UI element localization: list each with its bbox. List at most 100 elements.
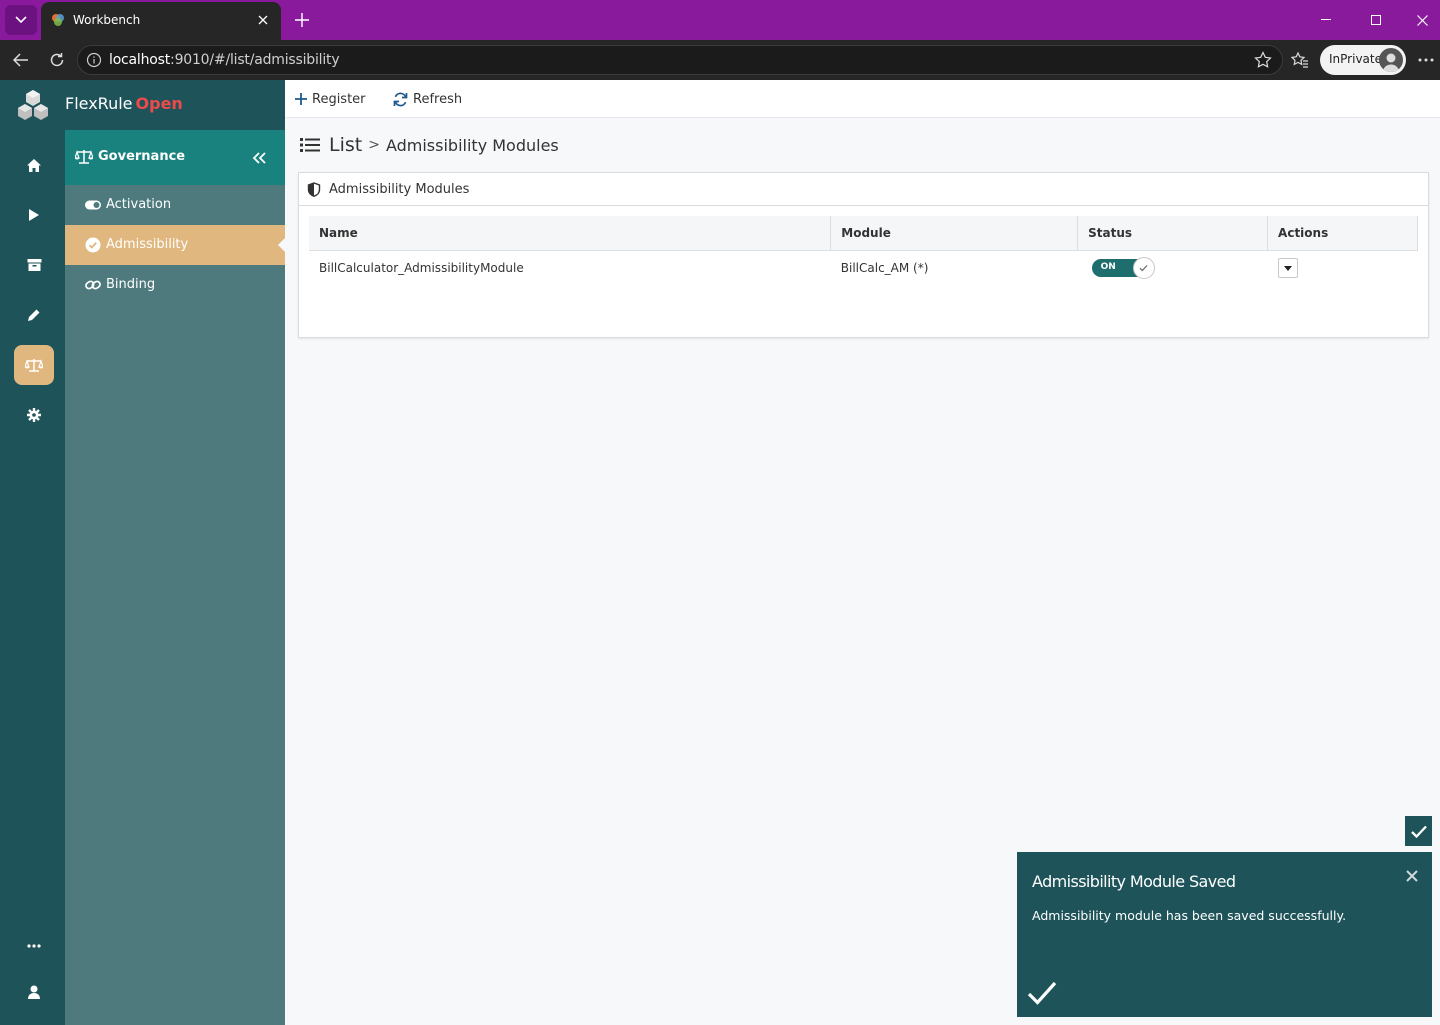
subnav-item-activation[interactable]: Activation [65, 185, 285, 225]
collapse-sidebar-button[interactable] [249, 148, 269, 168]
check-icon [1410, 825, 1427, 838]
subnav-header: Governance [65, 130, 285, 185]
toast-message: Admissibility module has been saved succ… [1032, 908, 1347, 923]
pencil-icon [28, 309, 40, 321]
new-tab-button[interactable] [288, 6, 316, 34]
subnav-item-label: Binding [106, 277, 156, 292]
play-icon [29, 209, 39, 221]
gear-icon [27, 408, 41, 422]
subnav-item-binding[interactable]: Binding [65, 265, 285, 305]
cell-name: BillCalculator_AdmissibilityModule [319, 261, 524, 276]
table-header-row: Name Module Status Actions [309, 216, 1418, 251]
breadcrumb-list[interactable]: List [329, 134, 362, 156]
rail-settings-button[interactable] [14, 395, 54, 435]
shield-icon [307, 182, 321, 197]
favorites-button[interactable] [1286, 46, 1314, 74]
back-button[interactable] [7, 46, 35, 74]
subnav-item-label: Activation [106, 197, 172, 212]
user-icon [28, 985, 40, 999]
rail-governance-button[interactable] [14, 345, 54, 385]
minimize-icon [1321, 19, 1331, 20]
brand-bar: FlexRule Open [0, 80, 285, 130]
column-header-name[interactable]: Name [309, 216, 832, 251]
more-icon [27, 944, 41, 948]
register-label: Register [312, 91, 366, 107]
breadcrumb-separator: > [368, 137, 380, 153]
modules-table: Name Module Status Actions BillCalculato… [309, 216, 1418, 286]
refresh-label: Refresh [413, 91, 463, 107]
subnav-item-label: Admissibility [106, 237, 189, 252]
table-row: BillCalculator_AdmissibilityModule BillC… [309, 250, 1418, 286]
subnav-item-admissibility[interactable]: Admissibility [65, 225, 285, 265]
link-icon [85, 280, 101, 290]
tab-close-icon[interactable] [253, 10, 273, 30]
check-circle-icon [85, 237, 101, 253]
rail-run-button[interactable] [14, 195, 54, 235]
breadcrumb: List > Admissibility Modules [300, 133, 559, 157]
toolbar: Register Refresh [285, 80, 1440, 118]
governance-subnav: Governance Activation Admissibility Bind… [65, 130, 285, 1025]
maximize-button[interactable] [1353, 0, 1399, 40]
check-icon [1139, 265, 1148, 272]
subnav-title: Governance [98, 149, 186, 164]
url-field[interactable]: localhost:9010/#/list/admissibility [77, 45, 1283, 75]
success-toast: Admissibility Module Saved Admissibility… [1017, 852, 1432, 1017]
flexrule-logo-icon [18, 90, 48, 120]
status-toggle[interactable]: ON [1091, 257, 1155, 280]
list-icon [300, 138, 320, 152]
cell-module: BillCalc_AM (*) [840, 261, 929, 276]
browser-titlebar: Workbench [0, 0, 1440, 40]
favorite-star-icon[interactable] [1254, 51, 1272, 69]
tab-title: Workbench [73, 13, 141, 27]
rail-user-button[interactable] [14, 972, 54, 1012]
reload-button[interactable] [43, 46, 71, 74]
tab-actions-button[interactable] [5, 5, 37, 35]
maximize-icon [1371, 15, 1381, 25]
plus-icon [295, 13, 309, 27]
close-icon [1416, 14, 1428, 26]
brand-name-text: FlexRule [65, 94, 133, 113]
rail-home-button[interactable] [14, 145, 54, 185]
balance-scale-icon [25, 358, 43, 372]
favicon-icon [52, 14, 64, 26]
status-toggle-label: ON [1100, 262, 1116, 273]
avatar [1379, 48, 1403, 72]
brand-suffix: Open [135, 94, 183, 113]
rail-more-button[interactable] [14, 926, 54, 966]
plus-icon [295, 93, 307, 105]
column-header-status[interactable]: Status [1077, 216, 1269, 251]
info-icon[interactable] [86, 52, 102, 68]
rail-archive-button[interactable] [14, 245, 54, 285]
page-title: Admissibility Modules [385, 135, 559, 155]
url-path: :9010/#/list/admissibility [170, 52, 340, 68]
reload-icon [50, 53, 64, 67]
toast-title: Admissibility Module Saved [1032, 872, 1236, 891]
minimize-button[interactable] [1303, 0, 1349, 40]
refresh-button[interactable]: Refresh [393, 89, 462, 109]
panel-header: Admissibility Modules [299, 173, 1428, 206]
caret-down-icon [1283, 265, 1292, 271]
chevron-down-icon [15, 16, 27, 24]
url-text: localhost:9010/#/list/admissibility [109, 52, 340, 68]
settings-more-button[interactable] [1412, 46, 1440, 74]
admissibility-panel: Admissibility Modules Name Module Status… [298, 172, 1429, 338]
toggle-icon [85, 200, 101, 210]
arrow-left-icon [13, 53, 28, 67]
notification-indicator[interactable] [1405, 816, 1432, 846]
more-horizontal-icon [1418, 58, 1434, 62]
inprivate-label: InPrivate [1329, 52, 1382, 66]
window-close-button[interactable] [1399, 0, 1440, 40]
url-host: localhost [109, 52, 171, 68]
rail-edit-button[interactable] [14, 295, 54, 335]
toast-close-icon[interactable] [1404, 868, 1420, 884]
panel-title: Admissibility Modules [329, 182, 470, 197]
balance-scale-icon [75, 150, 93, 164]
double-chevron-left-icon [252, 152, 266, 164]
inprivate-button[interactable]: InPrivate [1320, 45, 1406, 75]
success-check-icon [1027, 981, 1057, 1005]
column-header-module[interactable]: Module [830, 216, 1079, 251]
browser-tab[interactable]: Workbench [41, 2, 281, 40]
actions-dropdown-button[interactable] [1277, 258, 1298, 279]
register-button[interactable]: Register [295, 89, 366, 109]
toggle-knob [1132, 257, 1155, 280]
